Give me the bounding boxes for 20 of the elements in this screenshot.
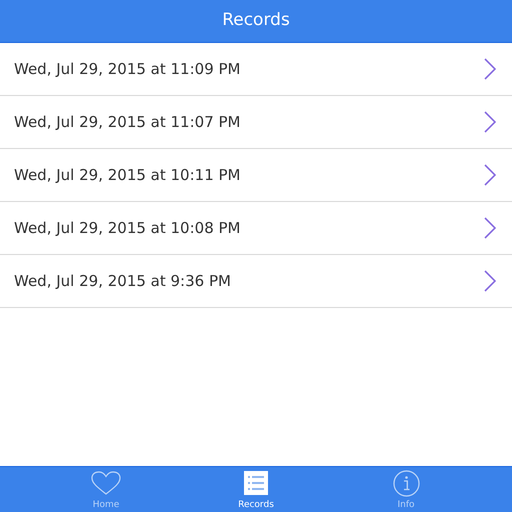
heart-icon xyxy=(91,470,121,496)
info-icon xyxy=(392,470,420,496)
nav-title: Records xyxy=(222,9,290,32)
list-icon xyxy=(244,471,268,495)
record-row[interactable]: Wed, Jul 29, 2015 at 10:11 PM xyxy=(0,149,512,202)
record-row[interactable]: Wed, Jul 29, 2015 at 10:08 PM xyxy=(0,202,512,255)
record-date: Wed, Jul 29, 2015 at 11:07 PM xyxy=(14,112,240,133)
chevron-icon xyxy=(484,270,496,292)
chevron-icon xyxy=(484,58,496,80)
record-row[interactable]: Wed, Jul 29, 2015 at 11:09 PM xyxy=(0,43,512,96)
record-date: Wed, Jul 29, 2015 at 11:09 PM xyxy=(14,58,240,80)
record-date: Wed, Jul 29, 2015 at 9:36 PM xyxy=(14,270,231,292)
chevron-icon xyxy=(484,217,496,239)
record-date: Wed, Jul 29, 2015 at 10:11 PM xyxy=(14,164,240,186)
record-row[interactable]: Wed, Jul 29, 2015 at 11:07 PM xyxy=(0,96,512,149)
chevron-icon xyxy=(484,164,496,186)
record-date: Wed, Jul 29, 2015 at 10:08 PM xyxy=(14,218,240,239)
tab-item[interactable]: Records xyxy=(181,467,331,512)
chevron-icon xyxy=(484,111,496,133)
record-row[interactable]: Wed, Jul 29, 2015 at 9:36 PM xyxy=(0,255,512,308)
